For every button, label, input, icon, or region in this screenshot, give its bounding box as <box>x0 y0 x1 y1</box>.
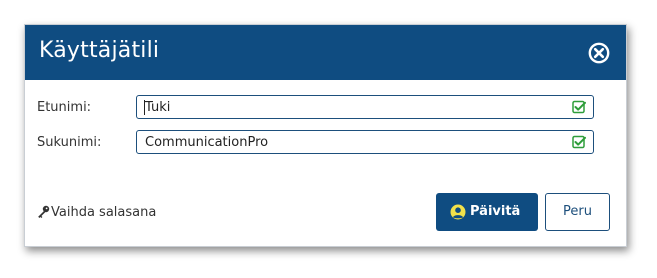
last-name-input[interactable] <box>145 134 555 151</box>
first-name-input[interactable] <box>145 99 555 116</box>
cancel-button-label: Peru <box>563 204 592 219</box>
close-button[interactable] <box>588 42 610 64</box>
change-password-link[interactable]: Vaihda salasana <box>37 205 156 220</box>
update-button[interactable]: Päivitä <box>436 193 538 231</box>
last-name-row: Sukunimi: <box>25 130 626 156</box>
checkbox-checked-icon <box>572 135 586 149</box>
user-circle-icon <box>450 204 466 220</box>
first-name-field[interactable] <box>136 95 594 119</box>
first-name-label: Etunimi: <box>37 100 92 115</box>
first-name-row: Etunimi: <box>25 95 626 121</box>
cancel-button[interactable]: Peru <box>545 193 610 231</box>
change-password-label: Vaihda salasana <box>51 205 157 220</box>
checkbox-checked-icon <box>572 100 586 114</box>
user-account-dialog: Käyttäjätili Etunimi: Sukunimi: <box>24 24 627 247</box>
last-name-field[interactable] <box>136 130 594 154</box>
dialog-title: Käyttäjätili <box>39 38 160 63</box>
dialog-header: Käyttäjätili <box>25 25 626 80</box>
update-button-label: Päivitä <box>470 204 521 219</box>
key-icon <box>38 205 50 218</box>
last-name-label: Sukunimi: <box>37 135 102 150</box>
close-circle-icon <box>588 42 610 64</box>
